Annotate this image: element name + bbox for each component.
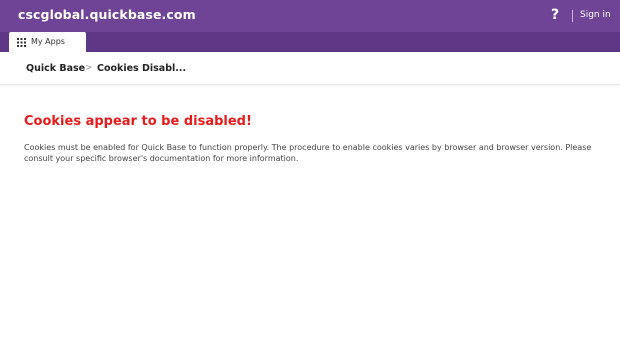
tab-bar: My Apps xyxy=(0,32,620,52)
breadcrumb-item-quick-base[interactable]: Quick Base xyxy=(26,63,85,74)
error-heading: Cookies appear to be disabled! xyxy=(24,114,252,129)
breadcrumb-item-current: Cookies Disabl... xyxy=(97,63,187,74)
tab-my-apps-label: My Apps xyxy=(31,37,65,46)
header-divider xyxy=(572,10,573,22)
help-icon[interactable]: ? xyxy=(551,6,559,24)
top-header: cscglobal.quickbase.com ? Sign in xyxy=(0,0,620,32)
sign-in-link[interactable]: Sign in xyxy=(580,10,611,20)
tab-my-apps[interactable]: My Apps xyxy=(9,32,86,52)
error-description: Cookies must be enabled for Quick Base t… xyxy=(24,143,592,163)
breadcrumb: Quick Base > Cookies Disabl... xyxy=(0,52,620,85)
grid-icon xyxy=(17,38,26,47)
site-title[interactable]: cscglobal.quickbase.com xyxy=(18,7,196,22)
breadcrumb-separator-icon: > xyxy=(85,63,93,73)
